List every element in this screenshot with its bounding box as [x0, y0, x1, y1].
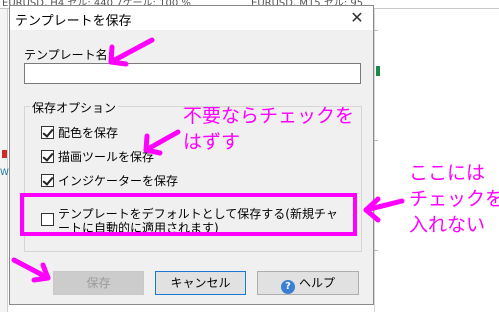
arrow-to-save-button-icon [11, 257, 51, 283]
arrow-to-name-field-icon [108, 37, 155, 67]
arrow-to-highlight-box-icon [363, 196, 405, 223]
annotation-arrows [11, 37, 405, 283]
arrow-to-checkboxes-icon [143, 129, 181, 156]
